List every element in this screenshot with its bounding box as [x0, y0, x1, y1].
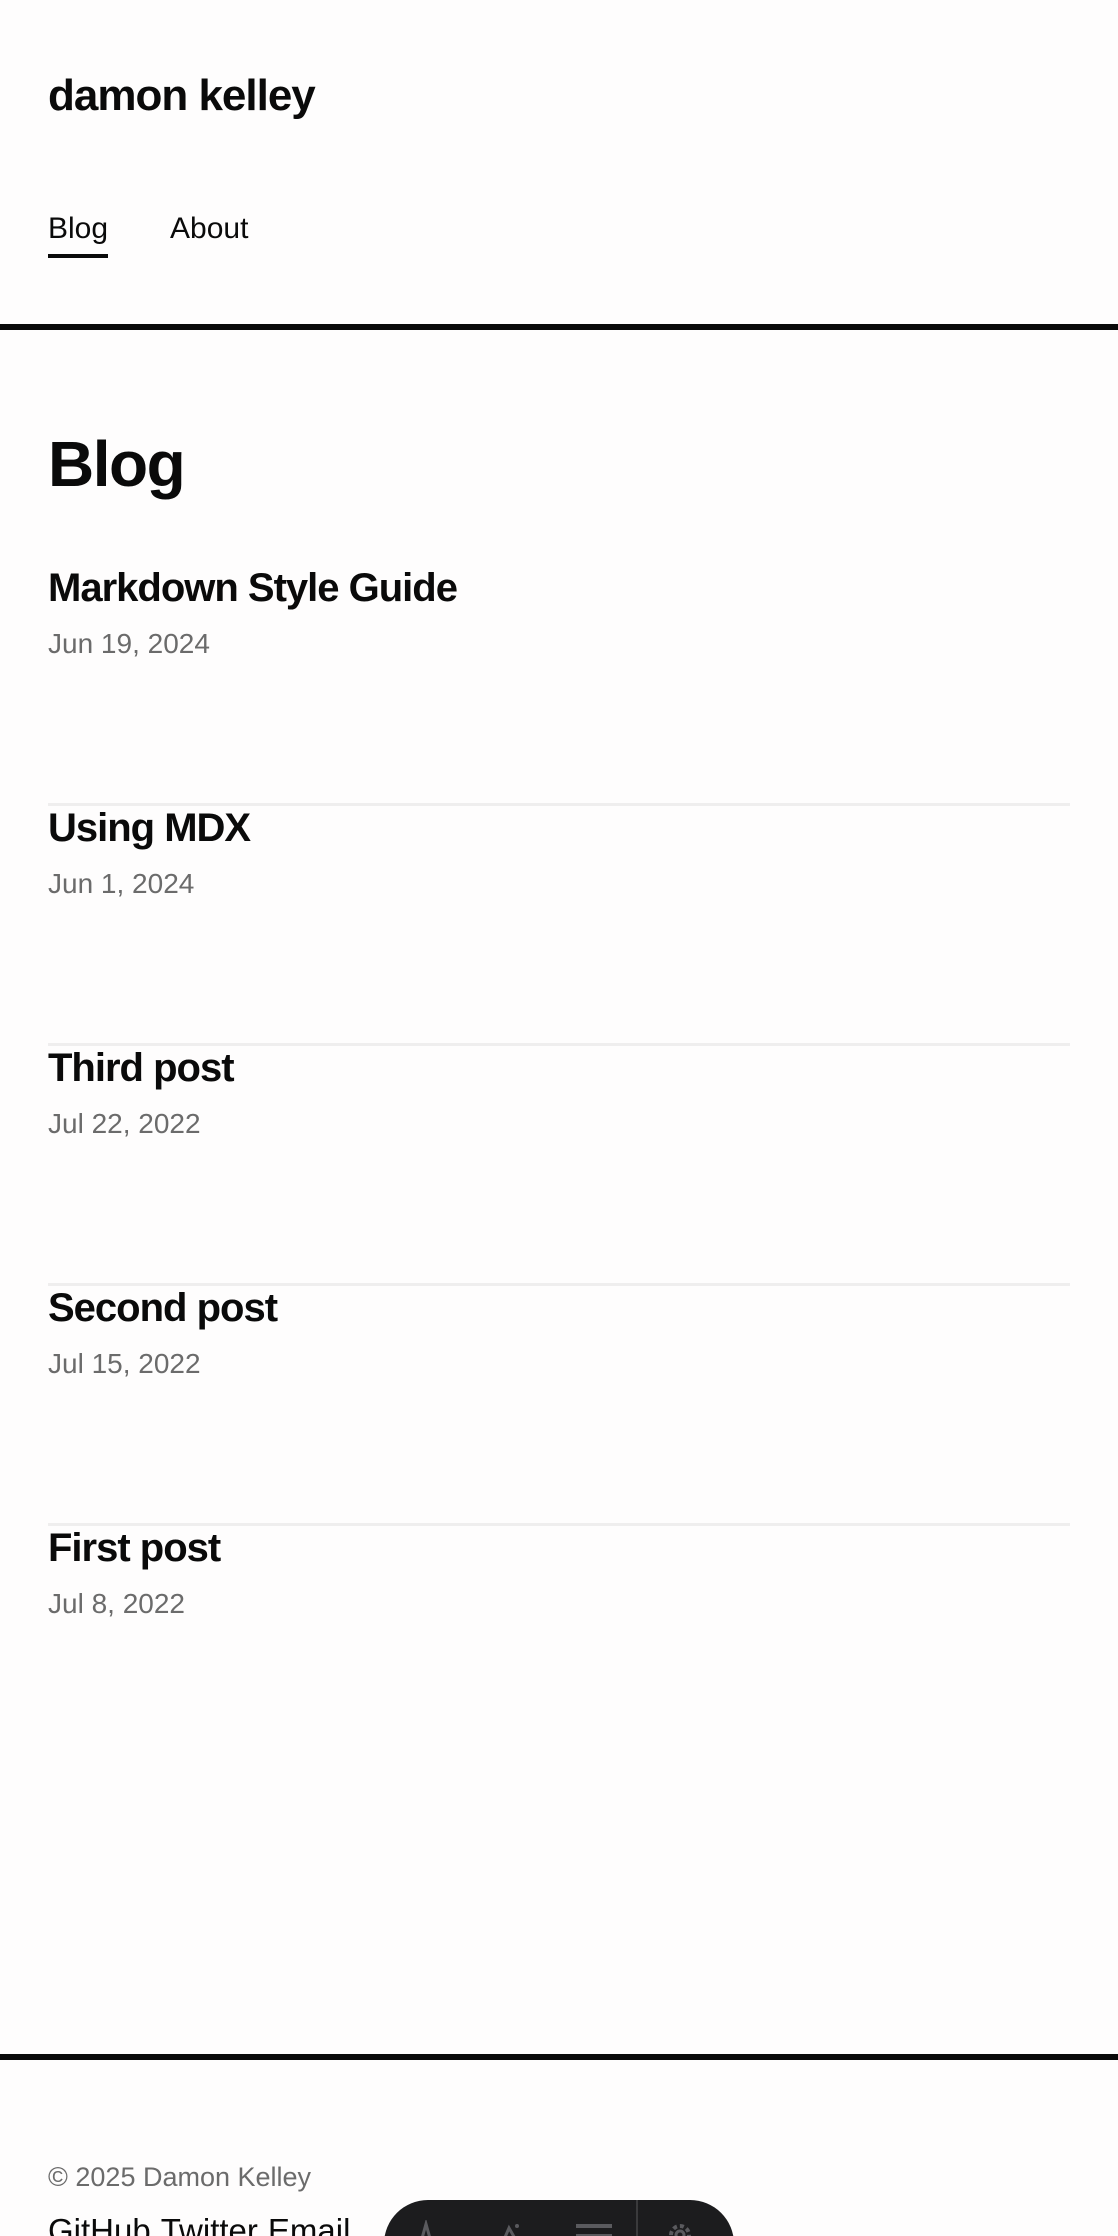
astro-logo-icon[interactable]: [384, 2220, 468, 2236]
dev-toolbar: [384, 2200, 734, 2236]
post-title-link[interactable]: Third post: [48, 1046, 1070, 1090]
settings-gear-icon[interactable]: [638, 2220, 722, 2236]
footer-social-links: GitHub Twitter Email: [48, 2212, 350, 2236]
menu-icon-svg: [576, 2224, 612, 2236]
audit-icon[interactable]: [468, 2220, 552, 2236]
footer-divider: [0, 2054, 1118, 2060]
post-date: Jul 22, 2022: [48, 1108, 201, 1139]
post-item: Using MDX Jun 1, 2024: [48, 806, 1070, 1046]
post-date: Jun 1, 2024: [48, 868, 195, 899]
nav-item-blog[interactable]: Blog: [48, 212, 109, 258]
email-link[interactable]: Email: [268, 2212, 351, 2236]
post-date: Jun 19, 2024: [48, 628, 210, 659]
twitter-link[interactable]: Twitter: [161, 2212, 258, 2236]
menu-icon[interactable]: [552, 2220, 636, 2236]
post-item: Third post Jul 22, 2022: [48, 1046, 1070, 1286]
post-date: Jul 15, 2022: [48, 1348, 201, 1379]
main-nav: Blog About: [48, 212, 248, 258]
post-list: Markdown Style Guide Jun 19, 2024 Using …: [48, 566, 1070, 1766]
site-title[interactable]: damon kelley: [48, 74, 316, 118]
page-title: Blog: [48, 428, 186, 500]
header-divider: [0, 324, 1118, 330]
audit-icon-svg: [503, 2224, 519, 2236]
post-title-link[interactable]: Second post: [48, 1286, 1070, 1330]
post-title-link[interactable]: First post: [48, 1526, 1070, 1570]
settings-gear-icon-svg: [669, 2224, 691, 2236]
footer-copyright: © 2025 Damon Kelley: [48, 2162, 312, 2192]
post-item: First post Jul 8, 2022: [48, 1526, 1070, 1766]
post-title-link[interactable]: Markdown Style Guide: [48, 566, 1070, 610]
post-title-link[interactable]: Using MDX: [48, 806, 1070, 850]
astro-logo-icon-svg: [421, 2220, 431, 2236]
nav-item-about[interactable]: About: [170, 212, 248, 258]
post-item: Markdown Style Guide Jun 19, 2024: [48, 566, 1070, 806]
page: damon kelley Blog About Blog Markdown St…: [0, 0, 1118, 2236]
post-date: Jul 8, 2022: [48, 1588, 185, 1619]
github-link[interactable]: GitHub: [48, 2212, 151, 2236]
post-item: Second post Jul 15, 2022: [48, 1286, 1070, 1526]
